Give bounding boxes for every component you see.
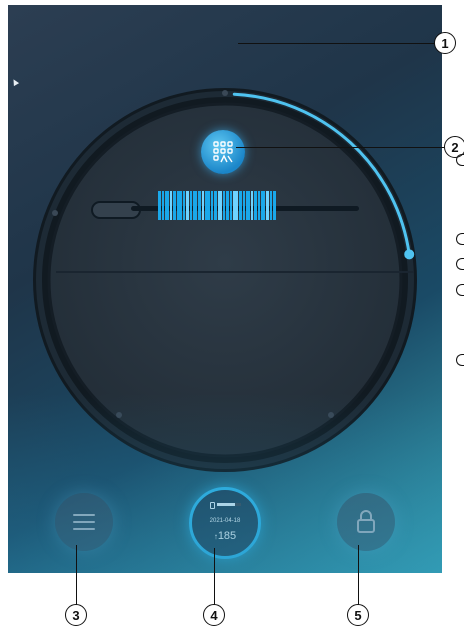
edge-mark xyxy=(456,284,464,296)
barcode-stripe xyxy=(190,191,192,220)
edge-mark xyxy=(456,258,464,270)
barcode-stripe xyxy=(273,191,276,220)
callout-4-leader xyxy=(214,548,215,605)
barcode-stripe xyxy=(198,191,201,220)
scan-button[interactable] xyxy=(201,130,245,174)
callout-1: 1 xyxy=(434,32,456,54)
barcode-stripe xyxy=(258,191,260,220)
count-value: 185 xyxy=(217,530,237,542)
barcode-scan-icon xyxy=(213,141,233,163)
battery-indicator xyxy=(210,502,242,509)
callout-3-leader xyxy=(76,545,77,605)
barcode-stripe xyxy=(158,191,161,220)
barcode-stripe xyxy=(261,191,265,220)
lock-icon xyxy=(357,510,375,533)
barcode-stripe xyxy=(270,191,272,220)
callout-3: 3 xyxy=(65,604,87,626)
barcode-stripe xyxy=(214,191,217,220)
device-screen: 2021-04-18 ↑185 xyxy=(8,5,442,573)
callout-4: 4 xyxy=(203,604,225,626)
menu-icon xyxy=(73,514,95,530)
lock-button[interactable] xyxy=(337,493,395,551)
barcode-stripe xyxy=(173,191,176,220)
barcode-stripe xyxy=(226,191,229,220)
barcode-graphic xyxy=(158,191,288,220)
barcode-stripe xyxy=(254,191,257,220)
progress-knob[interactable] xyxy=(404,249,415,260)
edge-mark xyxy=(456,233,464,245)
menu-button[interactable] xyxy=(55,493,113,551)
barcode-stripe xyxy=(193,191,197,220)
barcode-stripe xyxy=(218,191,222,220)
barcode-stripe xyxy=(205,191,210,220)
barcode-stripe xyxy=(202,191,204,220)
barcode-stripe xyxy=(170,191,172,220)
barcode-stripe xyxy=(186,191,189,220)
barcode-stripe xyxy=(177,191,182,220)
edge-mark xyxy=(456,154,464,166)
status-date: 2021-04-18 xyxy=(209,518,241,524)
barcode-stripe xyxy=(162,191,164,220)
barcode-stripe xyxy=(246,191,250,220)
callout-5-leader xyxy=(358,545,359,605)
status-count: ↑185 xyxy=(192,530,258,542)
edge-mark xyxy=(456,354,464,366)
callout-2-leader xyxy=(236,147,444,148)
barcode-stripe xyxy=(266,191,269,220)
barcode-stripe xyxy=(211,191,213,220)
barcode-stripe xyxy=(183,191,185,220)
barcode-stripe xyxy=(233,191,238,220)
barcode-stripe xyxy=(165,191,169,220)
status-button[interactable]: 2021-04-18 ↑185 xyxy=(189,487,261,559)
barcode-stripe xyxy=(243,191,245,220)
barcode-stripe xyxy=(223,191,225,220)
battery-bar xyxy=(217,503,241,506)
barcode-stripe xyxy=(230,191,232,220)
barcode-stripe xyxy=(251,191,253,220)
chamber-divider xyxy=(56,271,414,273)
cursor-icon xyxy=(10,77,20,87)
barcode-stripe xyxy=(239,191,242,220)
callout-5: 5 xyxy=(347,604,369,626)
battery-fill xyxy=(217,503,235,506)
callout-1-leader xyxy=(238,43,434,44)
battery-icon xyxy=(210,502,215,509)
